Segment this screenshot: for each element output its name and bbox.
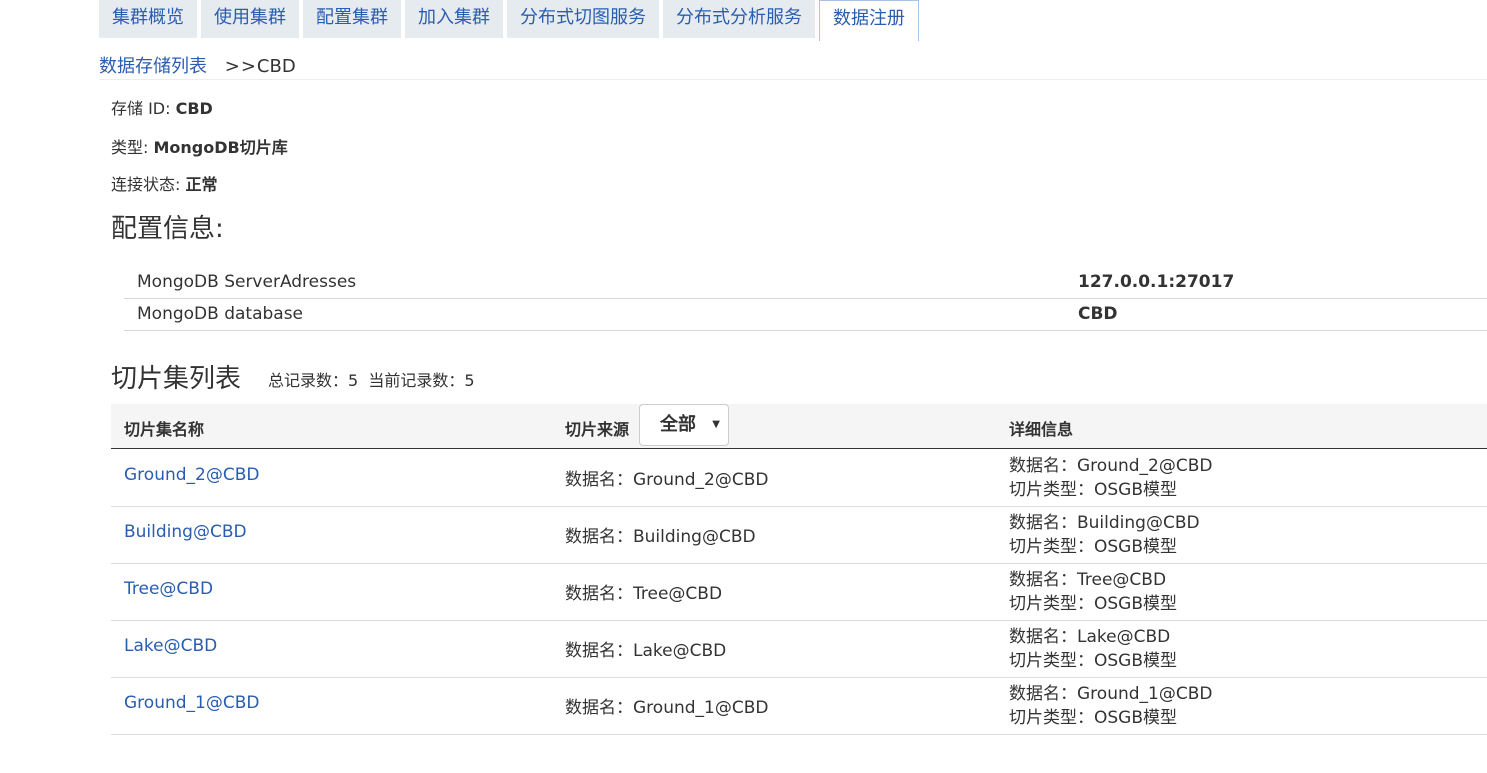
detail-tile-type: 切片类型：OSGB模型 xyxy=(1009,651,1178,671)
detail-data-name: 数据名：Lake@CBD xyxy=(1009,627,1171,647)
tile-set-name-link[interactable]: Lake@CBD xyxy=(124,636,217,656)
table-row: Ground_2@CBD 数据名：Ground_2@CBD 数据名：Ground… xyxy=(111,449,1487,507)
column-header-detail: 详细信息 xyxy=(1009,420,1074,439)
tab-configure-cluster[interactable]: 配置集群 xyxy=(303,0,401,38)
tile-set-name-link[interactable]: Ground_1@CBD xyxy=(124,693,259,713)
tab-join-cluster[interactable]: 加入集群 xyxy=(405,0,503,38)
tile-source: 数据名：Ground_2@CBD xyxy=(565,470,769,490)
tile-source: 数据名：Ground_1@CBD xyxy=(565,698,769,718)
connection-status-line: 连接状态: 正常 xyxy=(111,171,218,195)
tile-detail: 数据名：Building@CBD 切片类型：OSGB模型 xyxy=(1009,511,1200,559)
table-row: Building@CBD 数据名：Building@CBD 数据名：Buildi… xyxy=(111,506,1487,564)
tile-list-heading: 切片集列表 xyxy=(111,364,242,394)
tile-source: 数据名：Lake@CBD xyxy=(565,641,727,661)
tile-detail: 数据名：Lake@CBD 切片类型：OSGB模型 xyxy=(1009,625,1177,673)
detail-data-name: 数据名：Ground_2@CBD xyxy=(1009,456,1213,476)
table-row: Tree@CBD 数据名：Tree@CBD 数据名：Tree@CBD 切片类型：… xyxy=(111,563,1487,621)
table-row: Lake@CBD 数据名：Lake@CBD 数据名：Lake@CBD 切片类型：… xyxy=(111,620,1487,678)
storage-type-line: 类型: MongoDB切片库 xyxy=(111,134,288,158)
top-tabs: 集群概览 使用集群 配置集群 加入集群 分布式切图服务 分布式分析服务 数据注册 xyxy=(99,0,923,41)
source-filter-value: 全部 xyxy=(660,414,696,435)
tile-source: 数据名：Building@CBD xyxy=(565,527,756,547)
breadcrumb-separator: >> xyxy=(224,56,257,77)
detail-tile-type: 切片类型：OSGB模型 xyxy=(1009,480,1178,500)
tab-data-registration[interactable]: 数据注册 xyxy=(819,0,919,41)
tile-set-name-link[interactable]: Tree@CBD xyxy=(124,579,213,599)
config-key: MongoDB ServerAdresses xyxy=(137,272,357,292)
detail-data-name: 数据名：Building@CBD xyxy=(1009,513,1200,533)
storage-type-value: MongoDB切片库 xyxy=(153,138,288,157)
source-filter-select[interactable]: 全部 ▼ xyxy=(639,404,729,446)
table-row: Ground_1@CBD 数据名：Ground_1@CBD 数据名：Ground… xyxy=(111,677,1487,735)
tab-use-cluster[interactable]: 使用集群 xyxy=(201,0,299,38)
tile-detail: 数据名：Ground_1@CBD 切片类型：OSGB模型 xyxy=(1009,682,1212,730)
config-row: MongoDB ServerAdresses 127.0.0.1:27017 xyxy=(124,266,1487,299)
connection-status-value: 正常 xyxy=(185,175,218,194)
detail-tile-type: 切片类型：OSGB模型 xyxy=(1009,708,1178,728)
column-header-source: 切片来源 xyxy=(565,420,630,439)
tile-source: 数据名：Tree@CBD xyxy=(565,584,723,604)
storage-id-value: CBD xyxy=(175,99,213,118)
config-row: MongoDB database CBD xyxy=(124,298,1487,331)
detail-tile-type: 切片类型：OSGB模型 xyxy=(1009,537,1178,557)
tab-distributed-tiling[interactable]: 分布式切图服务 xyxy=(507,0,659,38)
breadcrumb-current: CBD xyxy=(256,56,296,77)
chevron-down-icon: ▼ xyxy=(712,419,720,430)
tile-detail: 数据名：Tree@CBD 切片类型：OSGB模型 xyxy=(1009,568,1177,616)
tile-set-name-link[interactable]: Ground_2@CBD xyxy=(124,465,259,485)
tile-set-name-link[interactable]: Building@CBD xyxy=(124,522,247,542)
detail-data-name: 数据名：Ground_1@CBD xyxy=(1009,684,1213,704)
tab-cluster-overview[interactable]: 集群概览 xyxy=(99,0,197,38)
tab-distributed-analysis[interactable]: 分布式分析服务 xyxy=(663,0,815,38)
config-value: CBD xyxy=(1078,304,1118,324)
config-value: 127.0.0.1:27017 xyxy=(1078,272,1235,292)
detail-tile-type: 切片类型：OSGB模型 xyxy=(1009,594,1178,614)
breadcrumb: 数据存储列表 >>CBD xyxy=(99,55,1487,80)
column-header-name: 切片集名称 xyxy=(124,420,205,439)
connection-status-label: 连接状态: xyxy=(111,175,186,194)
breadcrumb-storage-list-link[interactable]: 数据存储列表 xyxy=(99,56,207,77)
storage-id-line: 存储 ID: CBD xyxy=(111,95,213,119)
config-key: MongoDB database xyxy=(137,304,304,324)
record-counts: 总记录数：5 当前记录数：5 xyxy=(268,371,475,390)
storage-id-label: 存储 ID: xyxy=(111,99,176,118)
detail-data-name: 数据名：Tree@CBD xyxy=(1009,570,1167,590)
tile-detail: 数据名：Ground_2@CBD 切片类型：OSGB模型 xyxy=(1009,454,1212,502)
tile-table-header: 切片集名称 切片来源 全部 ▼ 详细信息 xyxy=(111,404,1487,449)
config-heading: 配置信息: xyxy=(111,214,224,244)
storage-type-label: 类型: xyxy=(111,138,154,157)
